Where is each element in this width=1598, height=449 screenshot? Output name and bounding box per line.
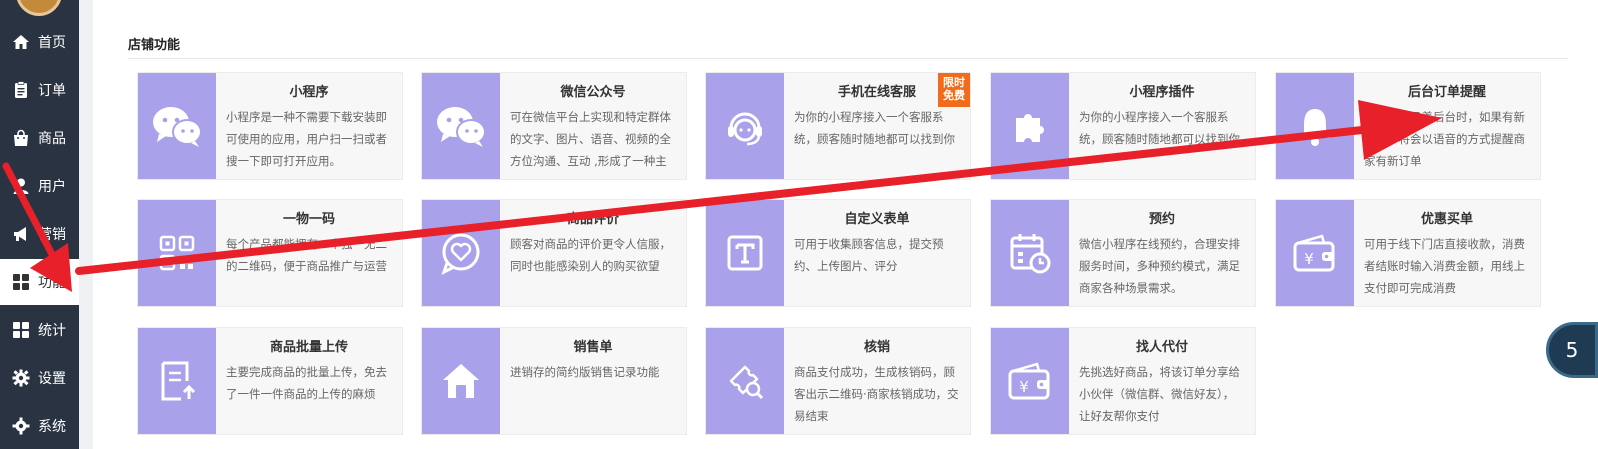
heart-chat-icon [422, 200, 500, 306]
calendar-clock-icon [991, 200, 1069, 306]
svg-text:¥: ¥ [1019, 378, 1029, 396]
card-description: 可用于线下门店直接收款，消费者结账时输入消费金额，用线上支付即可完成消费 [1364, 237, 1525, 295]
card-title: 销售单 [573, 340, 613, 355]
card-title: 核销 [863, 340, 890, 355]
sidebar-item-marketing[interactable]: 营销 [0, 211, 79, 257]
avatar[interactable] [16, 0, 62, 16]
document-upload-icon [138, 328, 216, 434]
feature-card-proxy-pay[interactable]: ¥ 找人代付 先挑选好商品，将该订单分享给小伙伴（微信群、微信好友），让好友帮你… [990, 327, 1256, 435]
text-form-icon [706, 200, 784, 306]
card-title: 小程序插件 [1129, 85, 1195, 100]
sidebar-item-label: 统计 [38, 323, 66, 339]
feature-card-custom-form[interactable]: 自定义表单 可用于收集顾客信息，提交预约、上传图片、评分 [705, 199, 971, 307]
gear-icon [12, 417, 30, 435]
card-title: 一物一码 [282, 212, 335, 227]
wallet-yen-icon: ¥ [991, 328, 1069, 434]
card-description: 为你的小程序接入一个客服系统，顾客随时随地都可以找到你 [794, 110, 955, 146]
home-icon [12, 33, 30, 51]
sidebar-item-statistics[interactable]: 统计 [0, 307, 79, 353]
divider [128, 58, 1568, 59]
sidebar-item-settings[interactable]: 设置 [0, 355, 79, 401]
card-title: 找人代付 [1135, 340, 1188, 355]
feature-card-order-reminder[interactable]: 后台订单提醒 当商家登录着后台时，如果有新订单，将会以语音的方式提醒商家有新订单 [1275, 72, 1541, 180]
feature-card-booking[interactable]: 预约 微信小程序在线预约，合理安排服务时间，多种预约模式，满足商家各种场景需求。 [990, 199, 1256, 307]
card-title: 商品评价 [566, 212, 619, 227]
gutter [79, 0, 93, 449]
user-icon [12, 177, 30, 195]
feature-card-sales-order[interactable]: 销售单 进销存的简约版销售记录功能 [421, 327, 687, 435]
ticket-search-icon [706, 328, 784, 434]
card-description: 可用于收集顾客信息，提交预约、上传图片、评分 [794, 237, 944, 273]
headset-icon [706, 73, 784, 179]
sidebar-item-label: 订单 [38, 83, 66, 99]
card-description: 进销存的简约版销售记录功能 [510, 365, 660, 379]
feature-card-discount-pay[interactable]: ¥ 优惠买单 可用于线下门店直接收款，消费者结账时输入消费金额，用线上支付即可完… [1275, 199, 1541, 307]
sidebar-item-label: 营销 [38, 227, 66, 243]
main-content: 店铺功能 小程序 小程序是一种不需要下载安装即可使用的应用，用户扫一扫或者搜一下… [93, 0, 1598, 449]
feature-card-plugin[interactable]: 小程序插件 为你的小程序接入一个客服系统，顾客随时随地都可以找到你 [990, 72, 1256, 180]
feature-card-mini-program[interactable]: 小程序 小程序是一种不需要下载安装即可使用的应用，用户扫一扫或者搜一下即可打开应… [137, 72, 403, 180]
card-description: 先挑选好商品，将该订单分享给小伙伴（微信群、微信好友），让好友帮你支付 [1079, 365, 1240, 423]
sidebar: 首页 订单 商品 用户 营销 功能 统计 设置 系统 [0, 0, 79, 449]
grid-icon [12, 273, 30, 291]
sidebar-item-orders[interactable]: 订单 [0, 67, 79, 113]
sidebar-item-features[interactable]: 功能 [0, 259, 79, 305]
card-description: 可在微信平台上实现和特定群体的文字、图片、语音、视频的全方位沟通、互动 ,形成了… [510, 110, 671, 168]
sidebar-item-products[interactable]: 商品 [0, 115, 79, 161]
card-title: 预约 [1148, 212, 1175, 227]
card-description: 小程序是一种不需要下载安装即可使用的应用，用户扫一扫或者搜一下即可打开应用。 [226, 110, 387, 168]
card-title: 自定义表单 [844, 212, 910, 227]
card-description: 为你的小程序接入一个客服系统，顾客随时随地都可以找到你 [1079, 110, 1240, 146]
card-title: 优惠买单 [1420, 212, 1473, 227]
card-title: 微信公众号 [560, 85, 626, 100]
feature-card-reviews[interactable]: 商品评价 顾客对商品的评价更令人信服，同时也能感染别人的购买欲望 [421, 199, 687, 307]
card-title: 商品批量上传 [269, 340, 348, 355]
card-description: 每个产品都能拥有一个独一无二的二维码，便于商品推广与运营 [226, 237, 387, 273]
floating-help-button[interactable]: 5 [1546, 322, 1598, 378]
sidebar-item-label: 商品 [38, 131, 66, 147]
svg-text:¥: ¥ [1304, 250, 1314, 268]
sidebar-item-system[interactable]: 系统 [0, 403, 79, 449]
chat-bubbles-icon [138, 73, 216, 179]
chat-bubbles-icon [422, 73, 500, 179]
card-title: 后台订单提醒 [1407, 85, 1486, 100]
qrcode-icon [138, 200, 216, 306]
feature-card-verification[interactable]: 核销 商品支付成功，生成核销码，顾客出示二维码·商家核销成功，交易结束 [705, 327, 971, 435]
feature-card-batch-upload[interactable]: 商品批量上传 主要完成商品的批量上传，免去了一件一件商品的上传的麻烦 [137, 327, 403, 435]
free-badge: 限时免费 [938, 73, 970, 107]
sidebar-item-label: 设置 [38, 371, 66, 387]
card-description: 商品支付成功，生成核销码，顾客出示二维码·商家核销成功，交易结束 [794, 365, 959, 423]
sidebar-item-label: 首页 [38, 35, 66, 51]
feature-card-online-service[interactable]: 手机在线客服 为你的小程序接入一个客服系统，顾客随时随地都可以找到你 限时免费 [705, 72, 971, 180]
card-description: 顾客对商品的评价更令人信服，同时也能感染别人的购买欲望 [510, 237, 671, 273]
card-description: 微信小程序在线预约，合理安排服务时间，多种预约模式，满足商家各种场景需求。 [1079, 237, 1240, 295]
card-description: 当商家登录着后台时，如果有新订单，将会以语音的方式提醒商家有新订单 [1364, 110, 1525, 168]
sidebar-item-label: 系统 [38, 419, 66, 435]
feature-card-qrcode[interactable]: 一物一码 每个产品都能拥有一个独一无二的二维码，便于商品推广与运营 [137, 199, 403, 307]
puzzle-icon [991, 73, 1069, 179]
bell-icon [1276, 73, 1354, 179]
card-description: 主要完成商品的批量上传，免去了一件一件商品的上传的麻烦 [226, 365, 387, 401]
shopping-bag-icon [12, 129, 30, 147]
sidebar-item-home[interactable]: 首页 [0, 19, 79, 65]
sidebar-item-label: 用户 [38, 179, 66, 195]
wallet-yen-icon: ¥ [1276, 200, 1354, 306]
clipboard-icon [12, 81, 30, 99]
section-title: 店铺功能 [128, 38, 181, 53]
grid-icon [12, 321, 30, 339]
house-icon [422, 328, 500, 434]
sidebar-item-users[interactable]: 用户 [0, 163, 79, 209]
card-title: 小程序 [289, 85, 329, 100]
megaphone-icon [12, 225, 30, 243]
feature-card-wechat-official[interactable]: 微信公众号 可在微信平台上实现和特定群体的文字、图片、语音、视频的全方位沟通、互… [421, 72, 687, 180]
gear-icon [12, 369, 30, 387]
sidebar-item-label: 功能 [38, 275, 66, 291]
